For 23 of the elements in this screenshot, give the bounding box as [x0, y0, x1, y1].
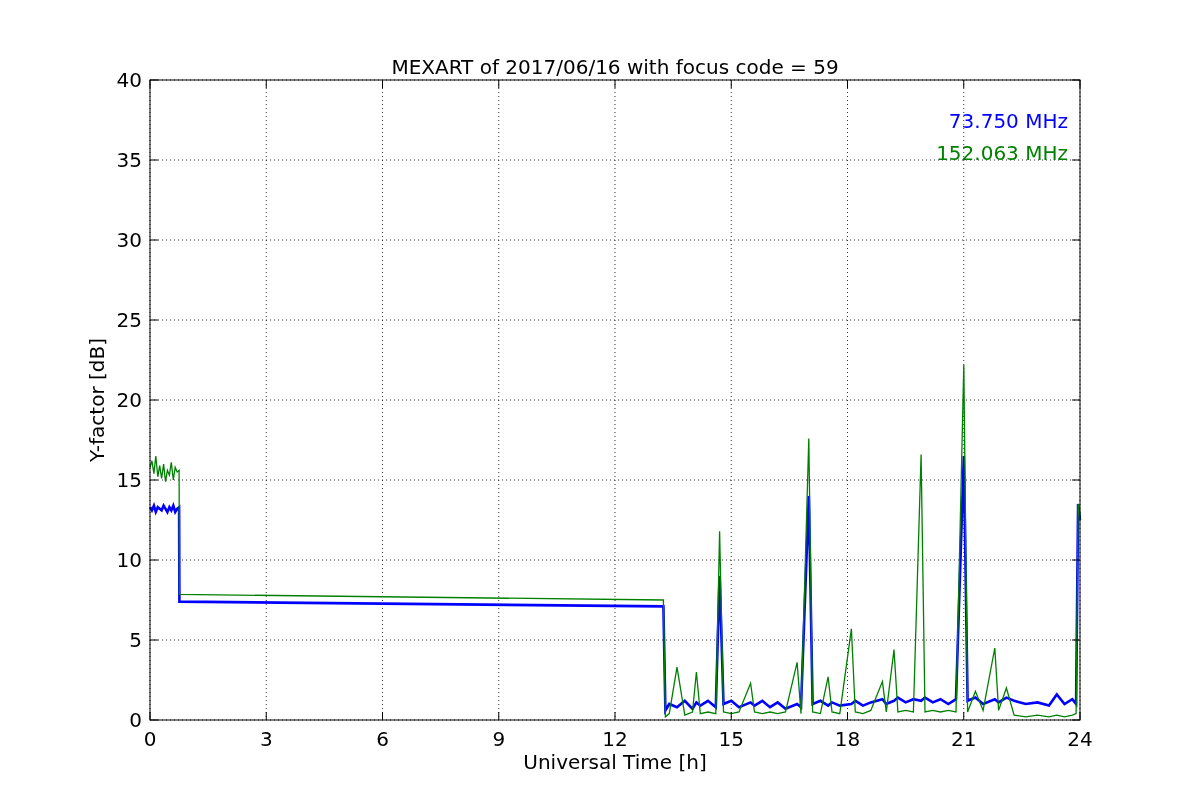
x-tick-label: 24 [1067, 727, 1093, 751]
x-tick-label: 0 [143, 727, 157, 751]
y-tick-label: 40 [116, 68, 142, 92]
x-tick-label: 9 [492, 727, 506, 751]
y-tick-label: 15 [116, 468, 142, 492]
x-tick-label: 3 [259, 727, 273, 751]
y-axis-label: Y-factor [dB] [85, 338, 109, 462]
y-tick-label: 35 [116, 148, 142, 172]
x-tick-label: 6 [376, 727, 389, 751]
x-tick-label: 18 [834, 727, 861, 751]
y-tick-label: 10 [116, 548, 142, 572]
y-tick-label: 30 [116, 228, 142, 252]
y-tick-label: 5 [129, 628, 142, 652]
y-tick-label: 25 [116, 308, 142, 332]
x-tick-label: 15 [718, 727, 744, 751]
legend-label: 152.063 MHz [936, 141, 1068, 165]
legend-label: 73.750 MHz [948, 109, 1068, 133]
y-tick-label: 20 [116, 388, 142, 412]
chart-title: MEXART of 2017/06/16 with focus code = 59 [391, 55, 839, 79]
y-tick-label: 0 [129, 708, 142, 732]
x-tick-label: 21 [951, 727, 977, 751]
x-tick-label: 12 [602, 727, 628, 751]
x-axis-label: Universal Time [h] [523, 750, 707, 774]
